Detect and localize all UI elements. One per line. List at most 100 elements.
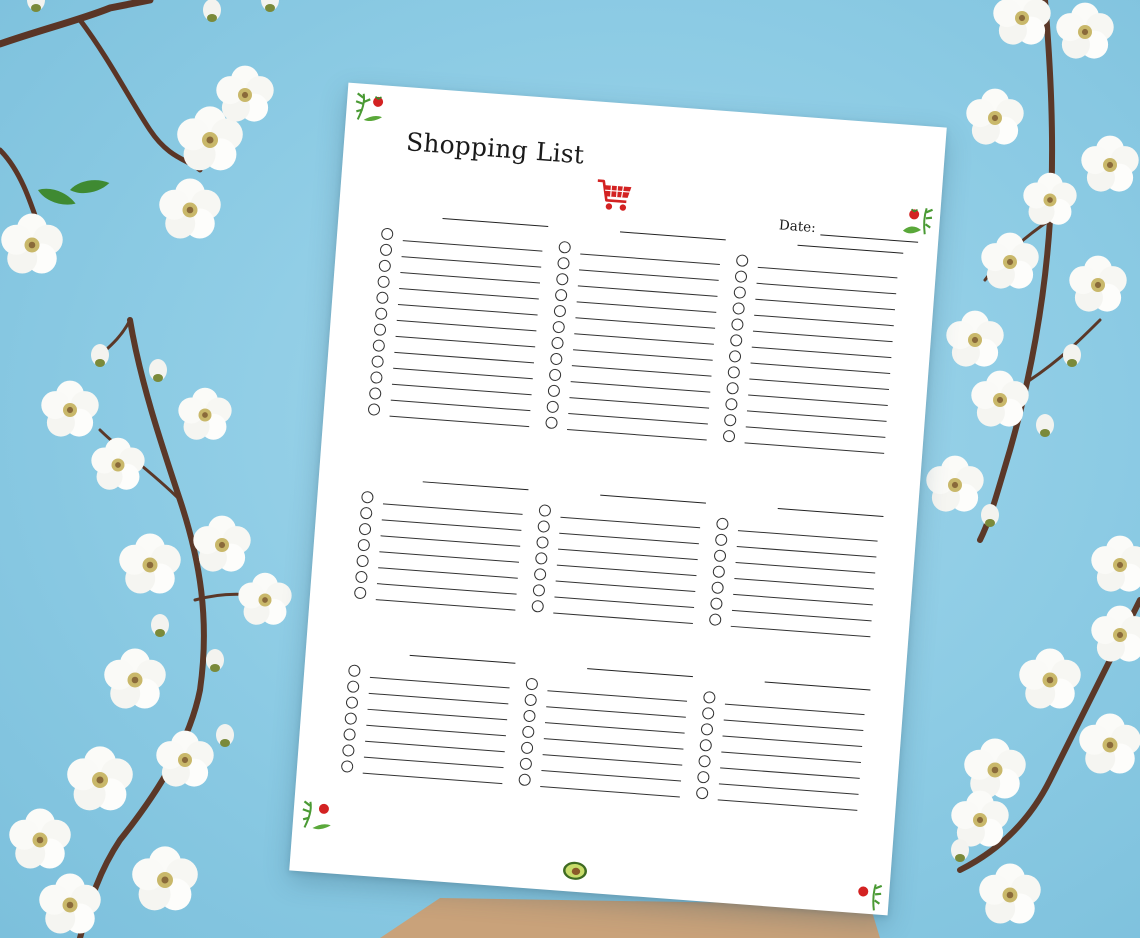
item-checkbox[interactable] [375,291,389,305]
item-checkbox[interactable] [547,384,561,398]
block-header-line[interactable] [600,494,706,504]
item-checkbox[interactable] [735,254,749,268]
item-checkbox[interactable] [537,520,551,533]
item-checkbox[interactable] [538,504,552,517]
item-checkbox[interactable] [359,506,373,520]
item-checkbox[interactable] [732,302,746,315]
item-checkbox[interactable] [531,599,545,613]
item-checkbox[interactable] [344,712,358,726]
item-checkbox[interactable] [378,259,392,273]
item-checkbox[interactable] [532,583,546,597]
item-checkbox[interactable] [379,243,393,257]
item-checkbox[interactable] [545,416,558,430]
item-checkbox[interactable] [523,709,536,723]
item-checkbox[interactable] [722,429,736,443]
list-block [531,490,706,624]
item-checkbox[interactable] [380,227,394,241]
item-checkbox[interactable] [536,536,549,549]
item-checkbox[interactable] [373,323,387,337]
item-checkbox[interactable] [341,744,355,757]
item-write-line[interactable] [375,599,516,611]
item-checkbox[interactable] [555,272,569,286]
item-checkbox[interactable] [713,549,727,563]
item-checkbox[interactable] [728,349,742,363]
item-checkbox[interactable] [724,397,738,411]
item-checkbox[interactable] [727,365,741,379]
item-checkbox[interactable] [357,538,371,552]
block-header-line[interactable] [422,481,529,491]
item-checkbox[interactable] [340,760,354,773]
item-checkbox[interactable] [521,725,535,739]
list-block [708,504,884,638]
item-write-line[interactable] [567,428,707,441]
item-checkbox[interactable] [702,690,716,704]
item-checkbox[interactable] [354,570,368,584]
item-checkbox[interactable] [715,517,729,531]
item-checkbox[interactable] [552,320,566,334]
item-checkbox[interactable] [726,381,740,395]
item-checkbox[interactable] [546,400,560,414]
item-checkbox[interactable] [549,352,563,366]
item-checkbox[interactable] [548,368,562,382]
item-checkbox[interactable] [360,490,374,504]
item-write-line[interactable] [540,785,680,798]
item-checkbox[interactable] [369,371,383,384]
item-checkbox[interactable] [730,318,744,331]
item-checkbox[interactable] [519,757,533,771]
item-checkbox[interactable] [371,355,385,369]
item-checkbox[interactable] [696,770,710,784]
item-checkbox[interactable] [367,403,381,416]
item-write-line[interactable] [730,625,871,638]
item-checkbox[interactable] [695,786,709,800]
item-checkbox[interactable] [534,551,548,565]
item-checkbox[interactable] [377,275,391,289]
item-checkbox[interactable] [518,773,532,787]
item-checkbox[interactable] [714,533,728,547]
item-checkbox[interactable] [698,754,712,768]
item-checkbox[interactable] [729,333,743,347]
block-header-line[interactable] [409,654,516,664]
item-checkbox[interactable] [558,240,572,254]
item-checkbox[interactable] [723,413,737,427]
block-header-line[interactable] [797,244,904,254]
block-header-line[interactable] [587,668,693,678]
item-checkbox[interactable] [358,522,372,536]
item-checkbox[interactable] [525,677,539,691]
item-checkbox[interactable] [353,586,367,600]
item-checkbox[interactable] [734,270,748,284]
item-checkbox[interactable] [368,387,382,400]
item-checkbox[interactable] [524,693,538,707]
block-header-line[interactable] [619,231,726,241]
item-checkbox[interactable] [553,304,567,318]
block-header-line[interactable] [442,218,549,228]
item-write-line[interactable] [362,772,503,785]
item-write-line[interactable] [744,442,885,454]
item-checkbox[interactable] [520,741,534,755]
item-checkbox[interactable] [708,613,722,627]
item-checkbox[interactable] [551,336,564,350]
block-header-line[interactable] [777,508,884,517]
item-checkbox[interactable] [345,696,359,710]
item-checkbox[interactable] [701,706,715,720]
item-write-line[interactable] [553,612,693,624]
item-checkbox[interactable] [554,288,568,302]
item-checkbox[interactable] [372,339,386,353]
item-write-line[interactable] [389,415,530,428]
item-checkbox[interactable] [711,581,725,595]
item-checkbox[interactable] [356,554,370,568]
strawberry-leaf-icon [302,800,331,830]
item-checkbox[interactable] [709,597,723,611]
item-checkbox[interactable] [347,664,361,678]
item-checkbox[interactable] [712,565,726,579]
list-block [353,477,529,611]
item-checkbox[interactable] [374,307,388,321]
item-checkbox[interactable] [343,728,357,741]
item-checkbox[interactable] [733,286,747,299]
item-checkbox[interactable] [557,256,570,270]
block-header-line[interactable] [764,681,871,691]
item-write-line[interactable] [717,799,858,811]
item-checkbox[interactable] [699,738,713,752]
item-checkbox[interactable] [700,722,714,736]
item-checkbox[interactable] [533,567,547,581]
item-checkbox[interactable] [346,680,360,694]
